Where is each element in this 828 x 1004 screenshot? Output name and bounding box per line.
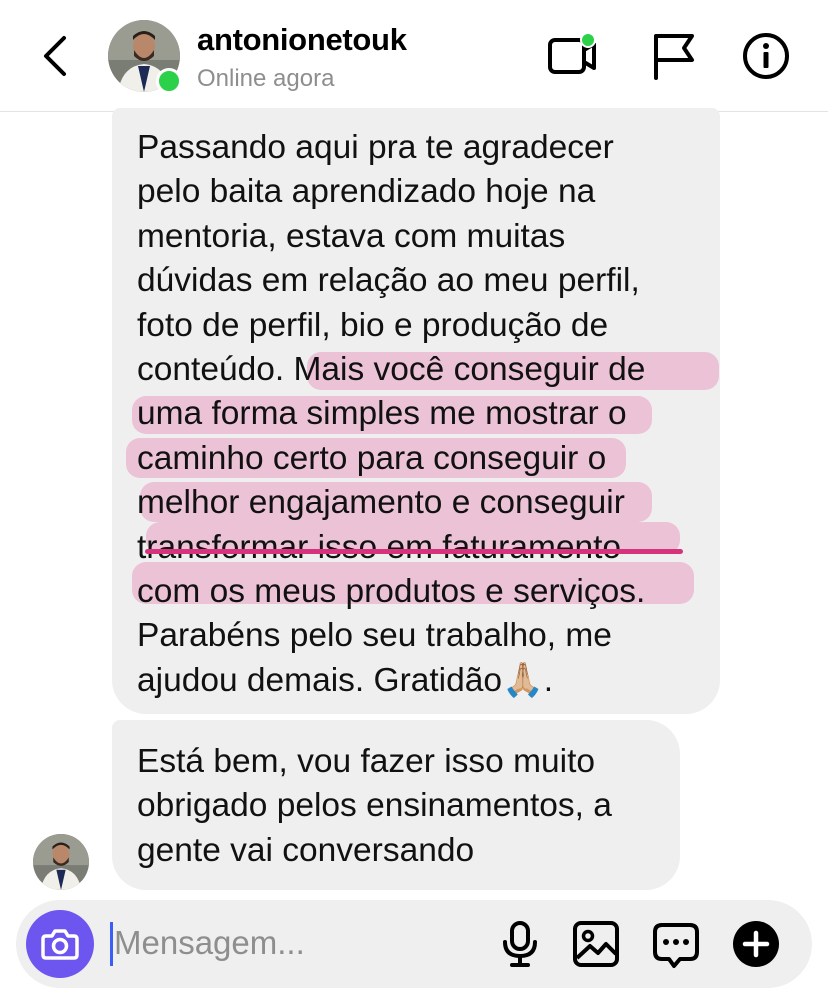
message-bubble[interactable]: Está bem, vou fazer isso muito obrigado …: [112, 720, 680, 890]
flag-icon[interactable]: [648, 30, 700, 82]
camera-icon: [41, 929, 79, 960]
camera-button[interactable]: [26, 910, 94, 978]
chat-header: antonionetouk Online agora: [0, 0, 828, 112]
microphone-icon[interactable]: [494, 918, 546, 970]
back-chevron-icon[interactable]: [36, 30, 76, 82]
message-text: Está bem, vou fazer isso muito obrigado …: [137, 743, 612, 869]
contact-username[interactable]: antonionetouk: [197, 22, 407, 58]
message-input[interactable]: [114, 918, 474, 968]
text-caret: [110, 922, 113, 966]
info-icon[interactable]: [740, 30, 792, 82]
message-text: Passando aqui pra te agradecer pelo bait…: [137, 129, 646, 699]
online-status-dot: [156, 68, 182, 94]
message-composer: [16, 900, 812, 988]
sender-avatar[interactable]: [33, 834, 89, 890]
sticker-icon[interactable]: [650, 918, 702, 970]
plus-icon[interactable]: [730, 918, 782, 970]
gallery-icon[interactable]: [570, 918, 622, 970]
text-underline: [145, 549, 683, 554]
contact-status: Online agora: [197, 65, 335, 92]
message-bubble[interactable]: Passando aqui pra te agradecer pelo bait…: [112, 108, 720, 714]
video-call-icon[interactable]: [546, 30, 598, 82]
